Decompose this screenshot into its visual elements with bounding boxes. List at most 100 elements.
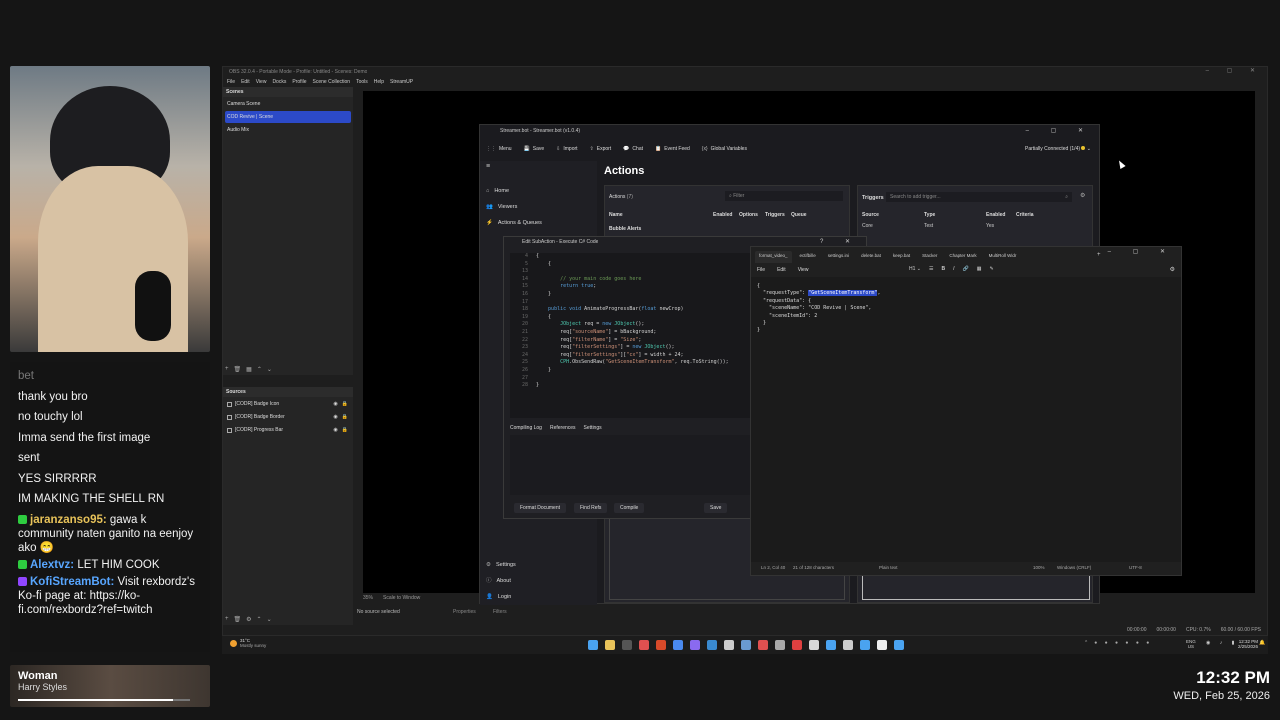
taskbar-app-icon[interactable] bbox=[639, 640, 649, 650]
remove-scene-icon[interactable]: 🗑 bbox=[234, 366, 242, 373]
sidebar-item[interactable]: ⓘ About bbox=[480, 573, 597, 589]
add-source-icon[interactable]: + bbox=[225, 616, 229, 623]
obs-menu-item[interactable]: Scene Collection bbox=[313, 77, 351, 87]
taskbar-app-icon[interactable] bbox=[741, 640, 751, 650]
toolbar-button[interactable]: {x} Global Variables bbox=[702, 146, 747, 152]
taskbar-app-icon[interactable] bbox=[860, 640, 870, 650]
hamburger-icon[interactable]: ≡ bbox=[486, 163, 490, 170]
scale-mode[interactable]: Scale to Window bbox=[383, 595, 420, 601]
notepad-tab[interactable]: ectifbille bbox=[796, 251, 820, 263]
heading-dropdown[interactable]: H1 ⌄ bbox=[909, 266, 921, 272]
notepad-settings-icon[interactable]: ⚙ bbox=[1170, 266, 1175, 273]
source-settings-icon[interactable]: ⚙ bbox=[246, 616, 251, 623]
notepad-tab[interactable]: settings.ini bbox=[824, 251, 853, 263]
taskbar-app-icon[interactable] bbox=[843, 640, 853, 650]
notepad-menu-item[interactable]: Edit bbox=[777, 267, 786, 273]
editor-button[interactable]: Format Document bbox=[514, 503, 567, 513]
json-content[interactable]: { "requestType": "GetSceneItemTransform"… bbox=[757, 283, 880, 335]
filters-button[interactable]: Filters bbox=[493, 609, 507, 615]
toolbar-button[interactable]: ⇩ Import bbox=[556, 146, 577, 152]
list-icon[interactable]: ☰ bbox=[929, 266, 933, 272]
tray-status-icons[interactable]: ◉ ♪ ▮ bbox=[1206, 640, 1238, 646]
column-header[interactable]: Type bbox=[924, 212, 935, 218]
italic-icon[interactable]: I bbox=[953, 266, 954, 272]
notepad-tab[interactable]: delete.bat bbox=[857, 251, 885, 263]
column-header[interactable]: Name bbox=[609, 212, 623, 218]
notepad-menu-item[interactable]: File bbox=[757, 267, 765, 273]
trigger-settings-icon[interactable]: ⚙ bbox=[1080, 192, 1085, 199]
taskbar-app-icon[interactable] bbox=[724, 640, 734, 650]
eye-icon[interactable]: ◉ bbox=[333, 411, 337, 423]
trigger-row[interactable]: Core Test Yes bbox=[862, 223, 1090, 231]
scene-item[interactable]: COD Revive | Scene bbox=[225, 111, 351, 123]
notepad-menu-item[interactable]: View bbox=[798, 267, 809, 273]
scene-item[interactable]: Camera Scene bbox=[225, 98, 351, 110]
lock-icon[interactable]: 🔒 bbox=[342, 424, 348, 436]
notepad-tab[interactable]: Stacker bbox=[918, 251, 941, 263]
eye-icon[interactable]: ◉ bbox=[333, 398, 337, 410]
editor-tab[interactable]: Compiling Log bbox=[510, 425, 542, 431]
column-header[interactable]: Enabled bbox=[713, 212, 732, 218]
notepad-tab[interactable]: keep.bat bbox=[889, 251, 914, 263]
sidebar-item[interactable]: ⚡ Actions & Queues bbox=[480, 215, 597, 231]
column-header[interactable]: Queue bbox=[791, 212, 807, 218]
source-up-icon[interactable]: ⌃ bbox=[257, 616, 262, 623]
zoom-level[interactable]: 35% bbox=[363, 595, 373, 601]
obs-menu-item[interactable]: StreamUP bbox=[390, 77, 413, 87]
clear-format-icon[interactable]: ✎ bbox=[989, 266, 993, 272]
bold-icon[interactable]: B bbox=[941, 266, 945, 272]
column-header[interactable]: Options bbox=[739, 212, 758, 218]
obs-menu-item[interactable]: Profile bbox=[292, 77, 306, 87]
sidebar-item[interactable]: 👥 Viewers bbox=[480, 199, 597, 215]
obs-menu-item[interactable]: Tools bbox=[356, 77, 368, 87]
toolbar-button[interactable]: ⋮⋮ Menu bbox=[486, 146, 512, 152]
move-down-icon[interactable]: ⌄ bbox=[267, 366, 272, 373]
column-header[interactable]: Source bbox=[862, 212, 879, 218]
obs-menu-item[interactable]: Help bbox=[374, 77, 384, 87]
add-scene-icon[interactable]: + bbox=[225, 366, 229, 373]
toolbar-button[interactable]: 📋 Event Feed bbox=[655, 146, 690, 152]
editor-tab[interactable]: Settings bbox=[584, 425, 602, 431]
obs-menu-item[interactable]: Docks bbox=[272, 77, 286, 87]
chat-username[interactable]: Alextvz: bbox=[30, 559, 74, 571]
scene-filter-icon[interactable]: ▦ bbox=[246, 366, 252, 373]
taskbar-app-icon[interactable] bbox=[826, 640, 836, 650]
lock-icon[interactable]: 🔒 bbox=[342, 398, 348, 410]
taskbar-app-icon[interactable] bbox=[673, 640, 683, 650]
tray-icons[interactable]: ● ● ● ● ● ● bbox=[1094, 640, 1152, 646]
editor-tab[interactable]: References bbox=[550, 425, 576, 431]
move-up-icon[interactable]: ⌃ bbox=[257, 366, 262, 373]
notepad-tab[interactable]: format_video_ bbox=[755, 251, 792, 263]
obs-menu-item[interactable]: File bbox=[227, 77, 235, 87]
taskbar-clock[interactable]: 12:32 PM 2/25/2026 bbox=[1238, 639, 1258, 649]
properties-button[interactable]: Properties bbox=[453, 609, 476, 615]
table-icon[interactable]: ▦ bbox=[977, 266, 982, 272]
connection-status[interactable]: Partially Connected (1/4) ⌄ bbox=[1025, 146, 1091, 152]
taskbar-app-icon[interactable] bbox=[605, 640, 615, 650]
taskbar-app-icon[interactable] bbox=[758, 640, 768, 650]
notepad-tab[interactable]: Chapter Mark bbox=[945, 251, 980, 263]
taskbar-app-icon[interactable] bbox=[588, 640, 598, 650]
link-icon[interactable]: 🔗 bbox=[962, 266, 968, 272]
source-item[interactable]: [CODR] Badge Border ◉ 🔒 bbox=[225, 411, 351, 423]
toolbar-button[interactable]: 💬 Chat bbox=[623, 146, 643, 152]
actions-filter[interactable]: ⌕ Filter bbox=[725, 191, 843, 201]
input-language[interactable]: ENG US bbox=[1186, 639, 1196, 649]
tray-overflow-icon[interactable]: ⌃ bbox=[1084, 640, 1088, 646]
lock-icon[interactable]: 🔒 bbox=[342, 411, 348, 423]
editor-button[interactable]: Compile bbox=[614, 503, 645, 513]
column-header[interactable]: Enabled bbox=[986, 212, 1005, 218]
chat-username[interactable]: KofiStreamBot: bbox=[30, 576, 114, 588]
taskbar-app-icon[interactable] bbox=[690, 640, 700, 650]
eye-icon[interactable]: ◉ bbox=[333, 424, 337, 436]
toolbar-button[interactable]: ⇧ Export bbox=[590, 146, 612, 152]
taskbar-app-icon[interactable] bbox=[707, 640, 717, 650]
taskbar-app-icon[interactable] bbox=[809, 640, 819, 650]
weather-widget[interactable]: 31°C Mostly sunny bbox=[230, 638, 266, 648]
editor-button[interactable]: Save bbox=[704, 503, 728, 513]
action-group-row[interactable]: Bubble Alerts bbox=[609, 226, 641, 232]
column-header[interactable]: Triggers bbox=[765, 212, 785, 218]
obs-menu-item[interactable]: View bbox=[256, 77, 267, 87]
taskbar-app-icon[interactable] bbox=[656, 640, 666, 650]
trigger-search[interactable]: Search to add trigger... ⌕ bbox=[886, 192, 1072, 202]
